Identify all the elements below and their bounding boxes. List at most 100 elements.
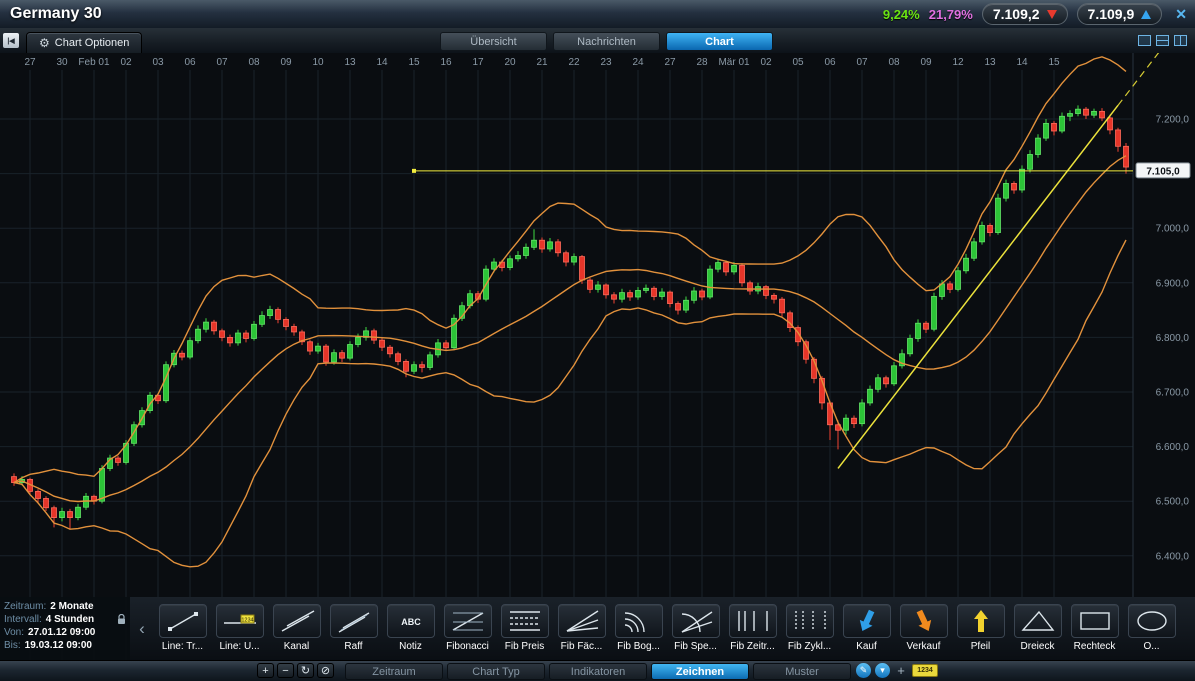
- buy-price-button[interactable]: 7.109,9: [1077, 3, 1163, 25]
- x-axis-label: Feb 01: [78, 57, 110, 68]
- x-axis-label: 17: [472, 57, 484, 68]
- tool-triangle[interactable]: Dreieck: [1009, 597, 1066, 661]
- info-value: 27.01.12 09:00: [28, 627, 95, 638]
- line-level-icon: 1234: [216, 604, 264, 638]
- layout-rows-icon[interactable]: [1156, 35, 1169, 46]
- fib-arc-icon: [615, 604, 663, 638]
- dock-panel-icon[interactable]: |◀: [3, 33, 19, 48]
- bottom-tab-zeitraum[interactable]: Zeitraum: [345, 663, 443, 680]
- scroll-left-icon[interactable]: ‹: [130, 597, 154, 661]
- tool-note[interactable]: ABCNotiz: [382, 597, 439, 661]
- tool-sell[interactable]: Verkauf: [895, 597, 952, 661]
- tab-nachrichten[interactable]: Nachrichten: [553, 32, 660, 51]
- value-label-icon[interactable]: 1234: [912, 664, 938, 677]
- pencil-icon[interactable]: ✎: [856, 663, 871, 678]
- zoom-out-icon[interactable]: −: [277, 663, 294, 678]
- x-axis-label: 07: [856, 57, 868, 68]
- tool-raff[interactable]: Raff: [325, 597, 382, 661]
- tool-fib-arc[interactable]: Fib Bog...: [610, 597, 667, 661]
- x-axis-label: 14: [1016, 57, 1028, 68]
- layout-single-icon[interactable]: [1138, 35, 1151, 46]
- chart-options-label: Chart Optionen: [55, 37, 130, 49]
- info-value: 2 Monate: [50, 601, 93, 612]
- tool-label: Fibonacci: [446, 641, 489, 652]
- x-axis-label: 08: [248, 57, 260, 68]
- x-axis-label: 05: [792, 57, 804, 68]
- info-label: Von:: [4, 627, 24, 638]
- info-value: 4 Stunden: [46, 614, 94, 625]
- info-row-zeitraum: Zeitraum:2 Monate: [0, 600, 130, 613]
- drawing-tools-list: Line: Tr... 1234 Line: U... Kanal RaffABCNot…: [154, 597, 1195, 661]
- buy-price-value: 7.109,9: [1088, 6, 1135, 22]
- bottom-tabs: ZeitraumChart TypIndikatorenZeichnenMust…: [345, 663, 851, 680]
- x-axis-label: 07: [216, 57, 228, 68]
- gear-icon: ⚙: [39, 36, 50, 50]
- tool-fib-cycle[interactable]: Fib Zykl...: [781, 597, 838, 661]
- tab-chart[interactable]: Chart: [666, 32, 773, 51]
- y-axis-label: 6.800,0: [1156, 333, 1190, 344]
- y-axis-label: 6.400,0: [1156, 551, 1190, 562]
- tool-fib-price[interactable]: Fib Preis: [496, 597, 553, 661]
- tool-buy[interactable]: Kauf: [838, 597, 895, 661]
- change-percent-primary: 9,24%: [883, 7, 920, 22]
- dropdown-arrow-icon[interactable]: ▾: [875, 663, 890, 678]
- tool-fib-time[interactable]: Fib Zeitr...: [724, 597, 781, 661]
- tool-label: Dreieck: [1021, 641, 1055, 652]
- bottom-icons-group: ✎ ▾ + 1234: [856, 663, 938, 678]
- bottom-tab-indikatoren[interactable]: Indikatoren: [549, 663, 647, 680]
- tool-ellipse[interactable]: O...: [1123, 597, 1180, 661]
- tool-line-level[interactable]: 1234 Line: U...: [211, 597, 268, 661]
- sell-price-button[interactable]: 7.109,2: [982, 3, 1068, 25]
- tool-label: Kauf: [856, 641, 877, 652]
- tool-arrow[interactable]: Pfeil: [952, 597, 1009, 661]
- tool-fib-speed[interactable]: Fib Spe...: [667, 597, 724, 661]
- y-axis-label: 6.600,0: [1156, 442, 1190, 453]
- close-icon[interactable]: ✕: [1175, 6, 1187, 23]
- tab-übersicht[interactable]: Übersicht: [440, 32, 547, 51]
- tool-label: Kanal: [284, 641, 310, 652]
- zoom-in-icon[interactable]: +: [257, 663, 274, 678]
- info-row-bis: Bis:19.03.12 09:00: [0, 639, 130, 652]
- line-handle[interactable]: [412, 169, 416, 173]
- tool-rectangle[interactable]: Rechteck: [1066, 597, 1123, 661]
- price-tag-label: 7.105,0: [1146, 166, 1180, 177]
- tool-label: Pfeil: [971, 641, 990, 652]
- tool-fib-fan[interactable]: Fib Fäc...: [553, 597, 610, 661]
- crosshair-icon[interactable]: +: [894, 663, 908, 678]
- no-tool-icon[interactable]: ⊘: [317, 663, 334, 678]
- y-axis-label: 6.500,0: [1156, 497, 1190, 508]
- x-axis-label: 06: [824, 57, 836, 68]
- layout-columns-icon[interactable]: [1174, 35, 1187, 46]
- tool-channel[interactable]: Kanal: [268, 597, 325, 661]
- line-trend-icon: [159, 604, 207, 638]
- tool-label: Rechteck: [1074, 641, 1116, 652]
- layout-icons-group: [1138, 35, 1187, 46]
- chart-options-button[interactable]: ⚙ Chart Optionen: [26, 32, 142, 53]
- tool-label: Line: U...: [219, 641, 259, 652]
- price-up-arrow-icon: [1141, 10, 1151, 19]
- tool-fibonacci[interactable]: Fibonacci: [439, 597, 496, 661]
- bottom-tab-zeichnen[interactable]: Zeichnen: [651, 663, 749, 680]
- lock-icon: [117, 614, 126, 625]
- bottom-tab-muster[interactable]: Muster: [753, 663, 851, 680]
- tool-line-trend[interactable]: Line: Tr...: [154, 597, 211, 661]
- x-axis-label: 12: [952, 57, 964, 68]
- info-label: Intervall:: [4, 614, 42, 625]
- tool-label: Line: Tr...: [162, 641, 203, 652]
- tool-label: Fib Zeitr...: [730, 641, 774, 652]
- note-icon: ABC: [387, 604, 435, 638]
- fib-cycle-icon: [786, 604, 834, 638]
- fib-price-icon: [501, 604, 549, 638]
- price-down-arrow-icon: [1047, 10, 1057, 19]
- chart-area[interactable]: 7.200,07.100,07.000,06.900,06.800,06.700…: [0, 53, 1195, 661]
- x-axis-label: 14: [376, 57, 388, 68]
- info-row-intervall: Intervall: 4 Stunden: [0, 613, 130, 626]
- bottom-tab-chart-typ[interactable]: Chart Typ: [447, 663, 545, 680]
- x-axis-label: 10: [312, 57, 324, 68]
- reset-view-icon[interactable]: ↻: [297, 663, 314, 678]
- view-tabs: Übersicht Nachrichten Chart: [440, 32, 773, 51]
- candlestick-chart[interactable]: 7.200,07.100,07.000,06.900,06.800,06.700…: [0, 53, 1195, 661]
- sell-icon: [900, 604, 948, 638]
- svg-text:1234: 1234: [241, 618, 253, 624]
- x-axis-label: 09: [920, 57, 932, 68]
